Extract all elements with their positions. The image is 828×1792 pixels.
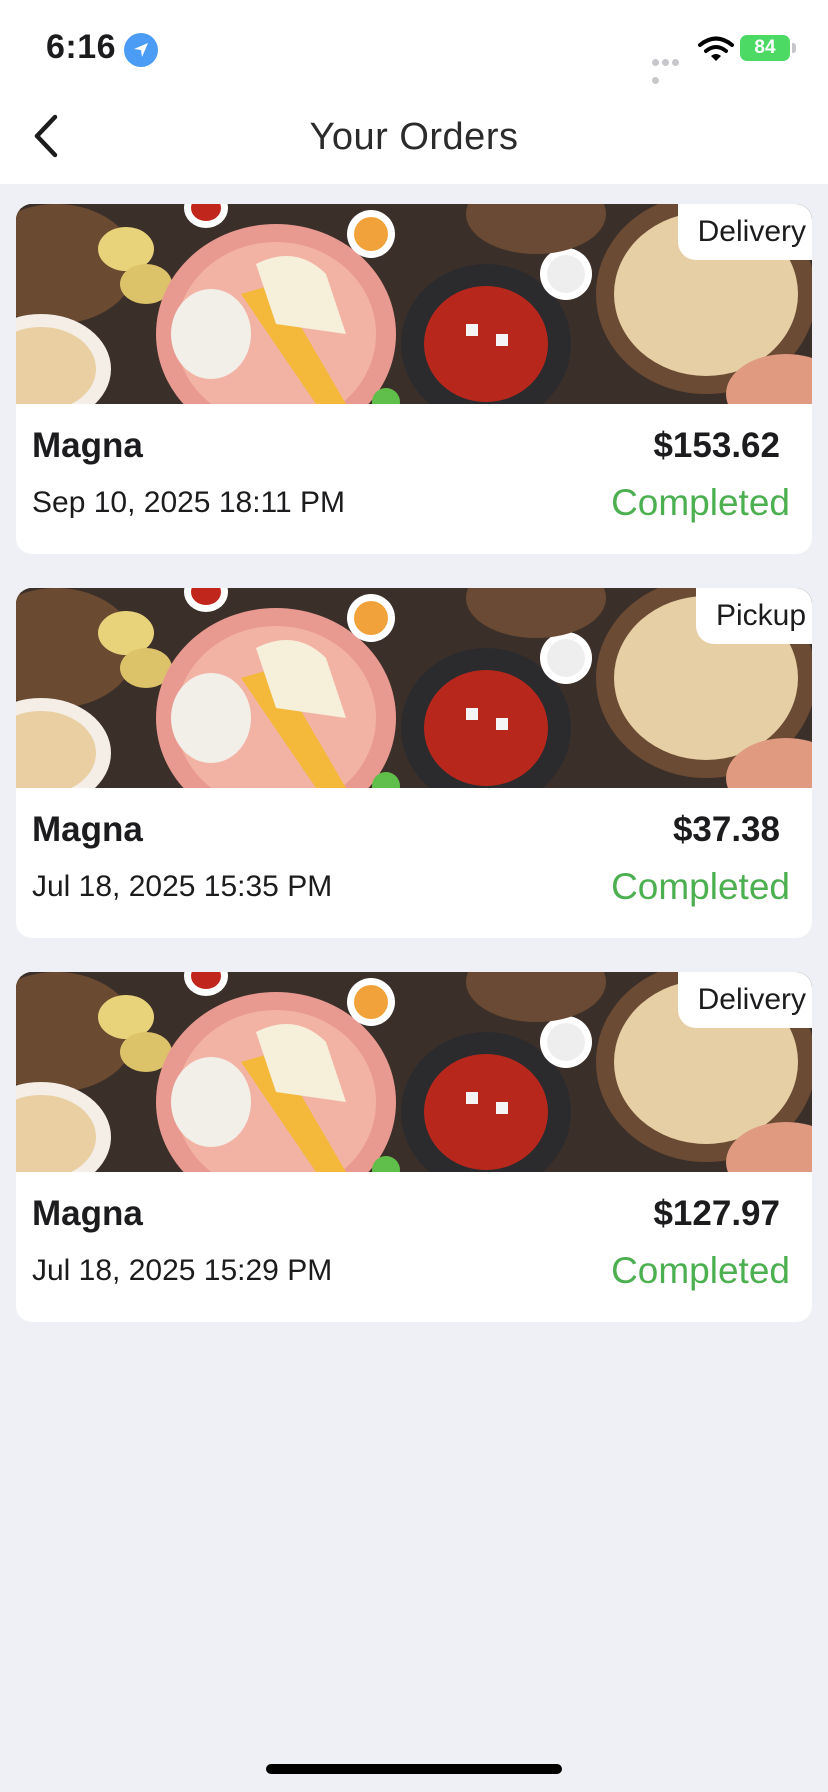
order-card[interactable]: Pickup Magna Jul 18, 2025 15:35 PM $37.3…: [16, 588, 812, 938]
wifi-icon: [698, 36, 734, 67]
page-title: Your Orders: [309, 116, 519, 158]
order-date: Jul 18, 2025 15:35 PM: [32, 870, 333, 903]
cellular-signal-icon: [652, 53, 690, 84]
order-date: Jul 18, 2025 15:29 PM: [32, 1254, 333, 1287]
order-status: Completed: [611, 866, 790, 907]
status-time: 6:16: [46, 28, 117, 66]
restaurant-food-image: Delivery: [16, 204, 812, 404]
home-indicator[interactable]: [266, 1764, 562, 1774]
order-type-badge: Pickup: [695, 588, 812, 644]
restaurant-food-image: Pickup: [16, 588, 812, 788]
order-status: Completed: [611, 482, 790, 523]
order-status: Completed: [611, 1250, 790, 1291]
order-total: $153.62: [653, 426, 780, 465]
order-total: $37.38: [672, 810, 780, 849]
order-type-badge: Delivery: [677, 204, 812, 260]
order-date: Sep 10, 2025 18:11 PM: [32, 486, 346, 519]
restaurant-food-image: Delivery: [16, 972, 812, 1172]
status-bar: 6:16 84: [0, 0, 828, 96]
order-card[interactable]: Delivery Magna Jul 18, 2025 15:29 PM $12…: [16, 972, 812, 1322]
order-card[interactable]: Delivery Magna Sep 10, 2025 18:11 PM $15…: [16, 204, 812, 554]
battery-icon: 84: [740, 35, 790, 61]
restaurant-name: Magna: [32, 426, 143, 465]
battery-cap: [792, 43, 796, 53]
location-arrow-icon: [124, 33, 158, 67]
order-total: $127.97: [653, 1194, 780, 1233]
order-type-badge: Delivery: [677, 972, 812, 1028]
restaurant-name: Magna: [32, 810, 143, 849]
navigation-bar: Your Orders: [0, 96, 828, 184]
restaurant-name: Magna: [32, 1194, 143, 1233]
